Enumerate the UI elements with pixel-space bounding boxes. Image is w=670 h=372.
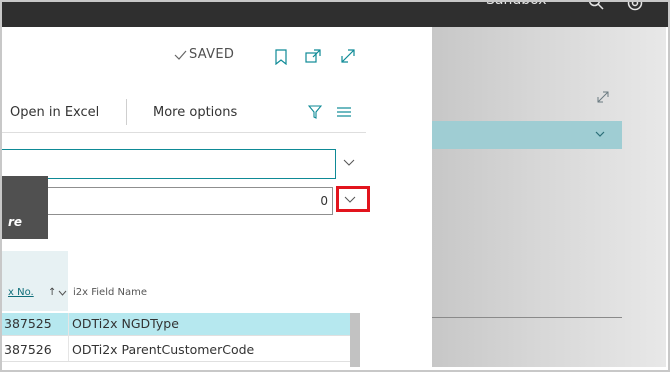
column-header-no[interactable]: x No. <box>8 287 34 298</box>
cell-field-name[interactable]: ODTi2x NGDType <box>72 316 179 331</box>
expand-icon[interactable] <box>340 48 356 64</box>
checkmark-icon <box>174 50 187 60</box>
settings-icon[interactable] <box>626 0 644 12</box>
background-divider <box>432 317 622 318</box>
chevron-down-icon[interactable] <box>342 155 356 169</box>
action-bar: Open in Excel More options <box>0 93 366 133</box>
more-options-button[interactable]: More options <box>153 105 237 120</box>
chevron-down-icon[interactable] <box>58 289 67 297</box>
environment-label: Sandbox <box>486 0 547 8</box>
row-divider <box>0 361 350 362</box>
action-separator <box>126 99 127 125</box>
app-topbar: Sandbox <box>0 0 670 27</box>
field-value: 0 <box>320 194 328 208</box>
column-header-highlight <box>0 251 68 311</box>
open-in-excel-button[interactable]: Open in Excel <box>10 105 99 120</box>
cell-field-name[interactable]: ODTi2x ParentCustomerCode <box>72 342 254 357</box>
background-selected-bar <box>432 121 622 149</box>
main-panel: SAVED Open in Excel More options 0 re x … <box>0 27 432 367</box>
list-view-icon[interactable] <box>337 106 351 118</box>
row-divider <box>0 335 350 336</box>
filter-field-primary[interactable] <box>0 149 336 179</box>
sort-ascending-icon[interactable]: ↑ <box>48 287 56 298</box>
chevron-down-icon[interactable] <box>343 193 357 205</box>
cell-no[interactable]: 387526 <box>4 342 52 357</box>
open-new-window-icon[interactable] <box>305 49 321 63</box>
background-page <box>432 27 666 367</box>
saved-label: SAVED <box>189 47 235 62</box>
chevron-down-icon[interactable] <box>594 129 606 139</box>
table-row[interactable]: 387525 ODTi2x NGDType <box>0 313 350 335</box>
cell-no[interactable]: 387525 <box>4 316 52 331</box>
filter-field-secondary[interactable]: 0 <box>0 187 333 215</box>
column-divider <box>68 313 69 361</box>
tooltip: re <box>0 176 48 239</box>
search-icon[interactable] <box>588 0 604 10</box>
table-row[interactable]: 387526 ODTi2x ParentCustomerCode <box>0 339 350 361</box>
saved-status: SAVED <box>174 47 234 62</box>
column-header-field-name[interactable]: i2x Field Name <box>73 287 147 298</box>
filter-icon[interactable] <box>308 105 322 119</box>
bookmark-icon[interactable] <box>275 49 287 65</box>
table-scrollbar[interactable] <box>350 313 360 367</box>
tooltip-text: re <box>8 215 23 229</box>
expand-icon[interactable] <box>596 90 610 104</box>
